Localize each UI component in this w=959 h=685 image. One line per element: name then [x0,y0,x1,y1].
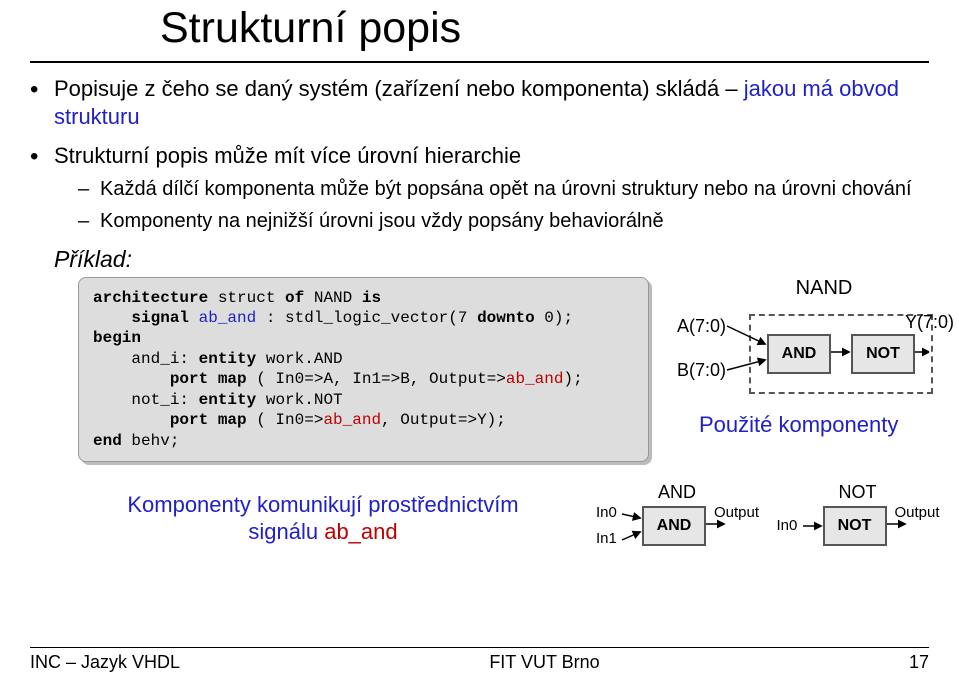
c: work.NOT [256,391,342,409]
c-kw: entity [199,391,257,409]
c-kw: of [285,289,304,307]
comm-line2-pre: signálu [248,519,324,544]
and-wires-icon [592,482,762,554]
c: struct [208,289,285,307]
slide: Strukturní popis Popisuje z čeho se daný… [0,0,959,685]
bullet-list: Popisuje z čeho se daný systém (zařízení… [30,75,929,234]
c-kw: end [93,432,122,450]
c: NAND [304,289,362,307]
c: , Output=>Y); [381,411,506,429]
c-kw: begin [93,329,141,347]
c: ( In0=>A, In1=>B, Output=> [247,370,506,388]
comm-line1: Komponenty komunikují prostřednictvím [127,492,518,517]
footer-mid: FIT VUT Brno [489,652,599,673]
c: not_i: [93,391,199,409]
bullet-2-text: Strukturní popis může mít více úrovní hi… [54,143,521,168]
c: ); [563,370,582,388]
c-kw: entity [199,350,257,368]
comm-text: Komponenty komunikují prostřednictvím si… [78,491,568,546]
c: 0); [535,309,573,327]
footer-row: INC – Jazyk VHDL FIT VUT Brno 17 [30,652,929,673]
sub-1: Každá dílčí komponenta může být popsána … [78,176,929,202]
not-component: NOT In0 NOT Output [773,482,930,554]
example-label: Příklad: [54,246,929,273]
c-kw: port map [93,370,247,388]
footer-left: INC – Jazyk VHDL [30,652,180,673]
comm-line2-red: ab_and [324,519,397,544]
c: behv; [122,432,180,450]
not-wires-icon [773,482,943,554]
c: and_i: [93,350,199,368]
nand-title: NAND [719,277,929,300]
footer-rule [30,647,929,648]
c-kw: port map [93,411,247,429]
lower-row: Komponenty komunikují prostřednictvím si… [30,482,929,554]
bullet-2: Strukturní popis může mít více úrovní hi… [30,142,929,234]
example-row: architecture struct of NAND is signal ab… [30,277,929,463]
footer: INC – Jazyk VHDL FIT VUT Brno 17 [30,647,929,673]
c-red: ab_and [506,370,564,388]
c-kw: is [362,289,381,307]
bullet-1: Popisuje z čeho se daný systém (zařízení… [30,75,929,130]
c-kw: signal [93,309,189,327]
code-box: architecture struct of NAND is signal ab… [78,277,649,463]
wires-icon [669,304,929,400]
sub-list: Každá dílčí komponenta může být popsána … [78,176,929,234]
bullet-1-text: Popisuje z čeho se daný systém (zařízení… [54,76,744,101]
diagram-area: NAND A(7:0) B(7:0) AND NOT Y(7:0) Použit… [649,277,929,438]
nand-diagram: A(7:0) B(7:0) AND NOT Y(7:0) [669,304,929,400]
footer-right: 17 [909,652,929,673]
c: work.AND [256,350,342,368]
c-red: ab_and [323,411,381,429]
used-components-label: Použité komponenty [699,412,929,438]
c-kw: downto [477,309,535,327]
sub-2: Komponenty na nejnižší úrovni jsou vždy … [78,208,929,234]
c-kw: architecture [93,289,208,307]
and-component: AND In0 In1 AND Output [592,482,749,554]
c: : stdl_logic_vector(7 [256,309,477,327]
c: ( In0=> [247,411,324,429]
slide-title: Strukturní popis [30,0,929,53]
c-sig: ab_and [189,309,256,327]
title-rule [30,61,929,63]
